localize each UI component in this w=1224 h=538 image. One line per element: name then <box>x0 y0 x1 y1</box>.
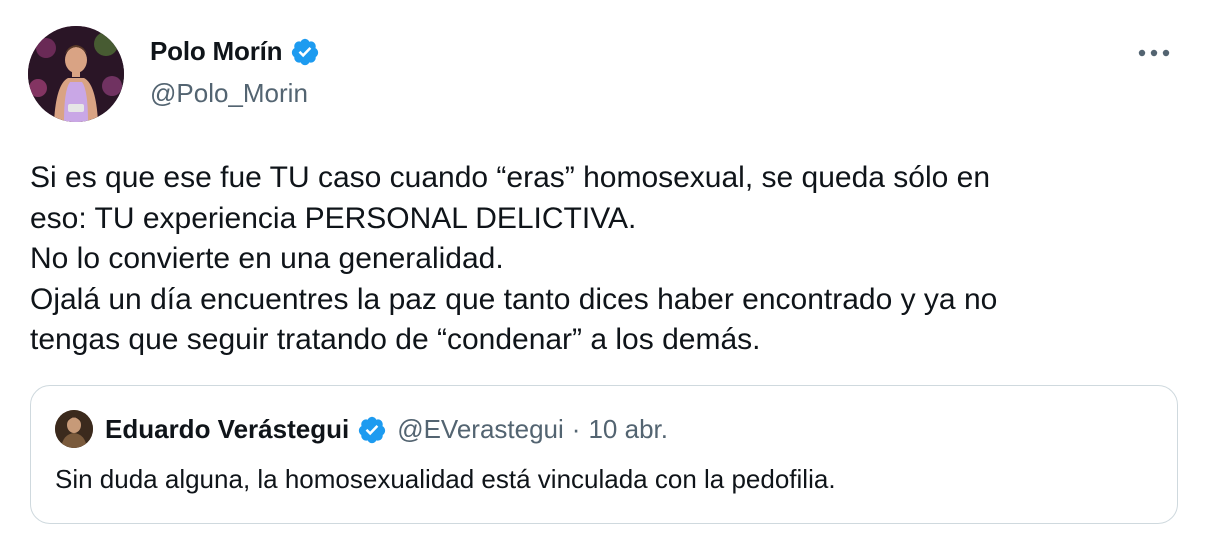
author-avatar[interactable] <box>28 26 124 122</box>
quoted-tweet-card[interactable]: Eduardo Verástegui @EVerastegui · 10 abr… <box>30 385 1178 524</box>
tweet-text-line: Ojalá un día encuentres la paz que tanto… <box>30 282 998 316</box>
author-handle[interactable]: @Polo_Morin <box>150 78 308 109</box>
tweet-text-line: Si es que ese fue TU caso cuando “eras” … <box>30 161 991 194</box>
author-name-text: Polo Morín <box>150 36 283 66</box>
quoted-tweet-text: Sin duda alguna, la homosexualidad está … <box>55 464 836 494</box>
tweet-text: Si es que ese fue TU caso cuando “eras” … <box>30 158 1200 361</box>
quoted-author-name[interactable]: Eduardo Verástegui <box>105 414 349 445</box>
quoted-author-handle[interactable]: @EVerastegui <box>397 414 564 445</box>
author-name[interactable]: Polo Morín <box>150 36 320 67</box>
more-options-button[interactable] <box>1132 38 1176 68</box>
verified-badge-icon <box>359 416 386 443</box>
tweet-text-line: eso: TU experiencia PERSONAL DELICTIVA. <box>30 201 637 235</box>
separator-dot: · <box>571 414 581 444</box>
quoted-tweet-header: Eduardo Verástegui @EVerastegui · 10 abr… <box>105 414 668 445</box>
quoted-tweet-date[interactable]: 10 abr. <box>588 414 668 445</box>
tweet-text-line: tengas que seguir tratando de “condenar”… <box>30 323 761 356</box>
tweet-text-line: No lo convierte en una generalidad. <box>30 242 504 275</box>
more-horizontal-icon <box>1138 49 1170 57</box>
quoted-author-avatar[interactable] <box>55 410 93 448</box>
verified-badge-icon <box>292 38 319 65</box>
